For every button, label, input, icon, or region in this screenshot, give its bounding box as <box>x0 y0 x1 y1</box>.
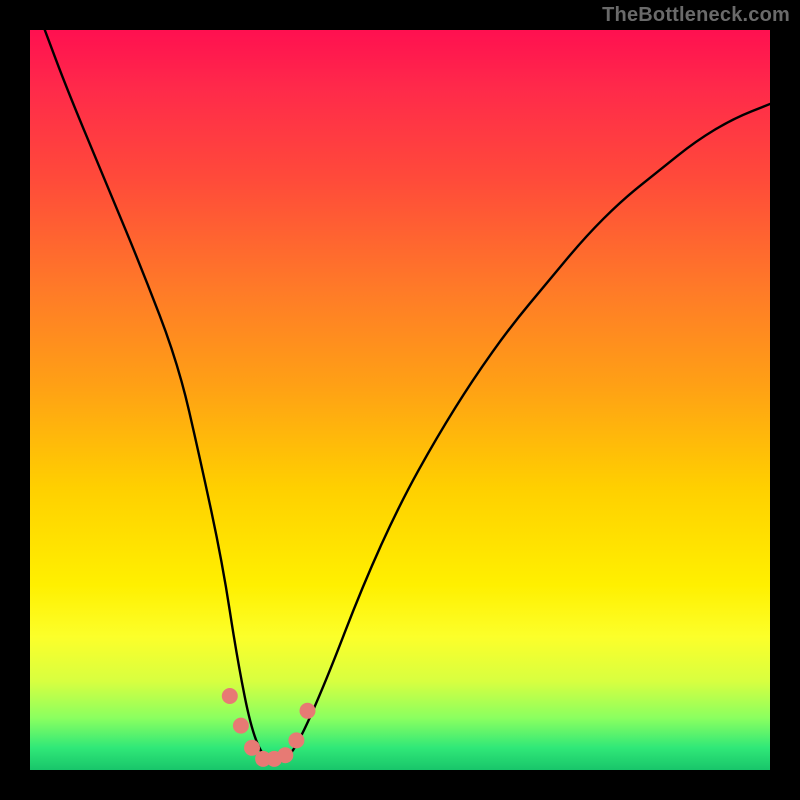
curve-layer <box>30 30 770 770</box>
minimum-highlight <box>222 688 316 767</box>
chart-canvas: TheBottleneck.com <box>0 0 800 800</box>
highlight-dot <box>300 703 316 719</box>
watermark-text: TheBottleneck.com <box>602 4 790 27</box>
plot-area <box>30 30 770 770</box>
highlight-dot <box>222 688 238 704</box>
highlight-dot <box>233 718 249 734</box>
bottleneck-curve <box>45 30 770 763</box>
highlight-dot <box>277 747 293 763</box>
highlight-dot <box>288 732 304 748</box>
